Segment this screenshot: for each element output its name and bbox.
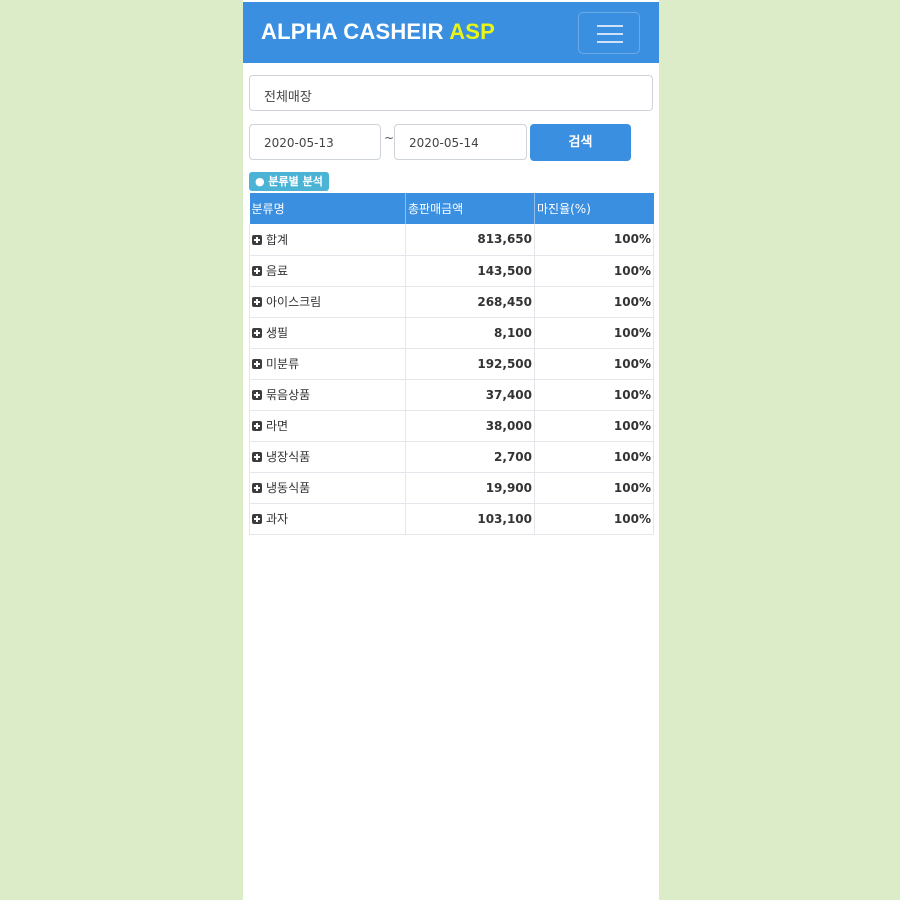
total-sales-cell: 19,900: [405, 472, 535, 504]
table-row[interactable]: 과자 103,100 100%: [249, 503, 654, 535]
mobile-viewport: ALPHA CASHEIR ASP 전체매장 2020-05-13 ~ 2020…: [243, 0, 659, 900]
category-cell[interactable]: 음료: [249, 255, 406, 287]
category-name: 생필: [266, 326, 289, 340]
expand-plus-icon[interactable]: [252, 266, 262, 276]
category-sales-table: 분류명 총판매금액 마진율(%) 합계 813,650 100% 음료 143,500 1…: [249, 193, 654, 535]
table-row[interactable]: 생필 8,100 100%: [249, 317, 654, 349]
expand-plus-icon[interactable]: [252, 514, 262, 524]
start-date-input[interactable]: 2020-05-13: [249, 124, 381, 160]
category-name: 냉동식품: [266, 481, 311, 495]
table-row[interactable]: 미분류 192,500 100%: [249, 348, 654, 380]
margin-cell: 100%: [534, 286, 654, 318]
table-row[interactable]: 합계 813,650 100%: [249, 224, 654, 256]
date-range-separator: ~: [384, 131, 395, 145]
total-sales-cell: 37,400: [405, 379, 535, 411]
category-name: 미분류: [266, 357, 300, 371]
hamburger-menu-icon[interactable]: [578, 12, 640, 54]
total-sales-cell: 8,100: [405, 317, 535, 349]
margin-cell: 100%: [534, 441, 654, 473]
table-row[interactable]: 라면 38,000 100%: [249, 410, 654, 442]
total-sales-cell: 2,700: [405, 441, 535, 473]
expand-plus-icon[interactable]: [252, 390, 262, 400]
category-cell[interactable]: 아이스크림: [249, 286, 406, 318]
top-navbar: ALPHA CASHEIR ASP: [243, 2, 659, 63]
total-sales-cell: 268,450: [405, 286, 535, 318]
margin-cell: 100%: [534, 224, 654, 256]
brand-accent-text: ASP: [449, 19, 496, 44]
category-name: 과자: [266, 512, 289, 526]
menu-line: [597, 33, 623, 35]
expand-plus-icon[interactable]: [252, 483, 262, 493]
margin-cell: 100%: [534, 348, 654, 380]
expand-plus-icon[interactable]: [252, 452, 262, 462]
category-name: 라면: [266, 419, 289, 433]
brand-main-text: ALPHA CASHEIR: [261, 19, 450, 44]
margin-cell: 100%: [534, 503, 654, 535]
column-header-total-sales[interactable]: 총판매금액: [405, 193, 535, 224]
expand-plus-icon[interactable]: [252, 234, 262, 245]
margin-cell: 100%: [534, 255, 654, 287]
category-cell[interactable]: 합계: [249, 224, 406, 256]
table-body: 합계 813,650 100% 음료 143,500 100% 아이스크림 268,450 10…: [249, 224, 654, 535]
table-row[interactable]: 냉장식품 2,700 100%: [249, 441, 654, 473]
column-header-margin[interactable]: 마진율(%): [534, 193, 654, 224]
menu-line: [597, 25, 623, 27]
section-badge-category-analysis: ● 분류별 분석: [249, 172, 329, 191]
category-cell[interactable]: 생필: [249, 317, 406, 349]
table-header-row: 분류명 총판매금액 마진율(%): [249, 193, 654, 224]
total-sales-cell: 38,000: [405, 410, 535, 442]
total-sales-cell: 103,100: [405, 503, 535, 535]
brand-logo[interactable]: ALPHA CASHEIR ASP: [261, 19, 495, 45]
category-cell[interactable]: 묶음상품: [249, 379, 406, 411]
table-row[interactable]: 냉동식품 19,900 100%: [249, 472, 654, 504]
total-sales-cell: 813,650: [405, 224, 535, 256]
expand-plus-icon[interactable]: [252, 359, 262, 369]
margin-cell: 100%: [534, 410, 654, 442]
store-select[interactable]: 전체매장: [249, 75, 653, 111]
expand-plus-icon[interactable]: [252, 328, 262, 338]
category-name: 묶음상품: [266, 388, 311, 402]
end-date-input[interactable]: 2020-05-14: [394, 124, 527, 160]
category-name: 합계: [266, 232, 289, 247]
table-row[interactable]: 아이스크림 268,450 100%: [249, 286, 654, 318]
category-cell[interactable]: 과자: [249, 503, 406, 535]
search-button[interactable]: 검색: [530, 124, 631, 161]
category-name: 음료: [266, 264, 289, 278]
margin-cell: 100%: [534, 317, 654, 349]
total-sales-cell: 192,500: [405, 348, 535, 380]
margin-cell: 100%: [534, 379, 654, 411]
expand-plus-icon[interactable]: [252, 297, 262, 307]
category-cell[interactable]: 미분류: [249, 348, 406, 380]
table-row[interactable]: 묶음상품 37,400 100%: [249, 379, 654, 411]
total-sales-cell: 143,500: [405, 255, 535, 287]
category-cell[interactable]: 라면: [249, 410, 406, 442]
category-cell[interactable]: 냉장식품: [249, 441, 406, 473]
category-name: 아이스크림: [266, 295, 322, 309]
table-row[interactable]: 음료 143,500 100%: [249, 255, 654, 287]
margin-cell: 100%: [534, 472, 654, 504]
category-cell[interactable]: 냉동식품: [249, 472, 406, 504]
column-header-category[interactable]: 분류명: [249, 193, 406, 224]
menu-line: [597, 41, 623, 43]
category-name: 냉장식품: [266, 450, 311, 464]
expand-plus-icon[interactable]: [252, 421, 262, 431]
